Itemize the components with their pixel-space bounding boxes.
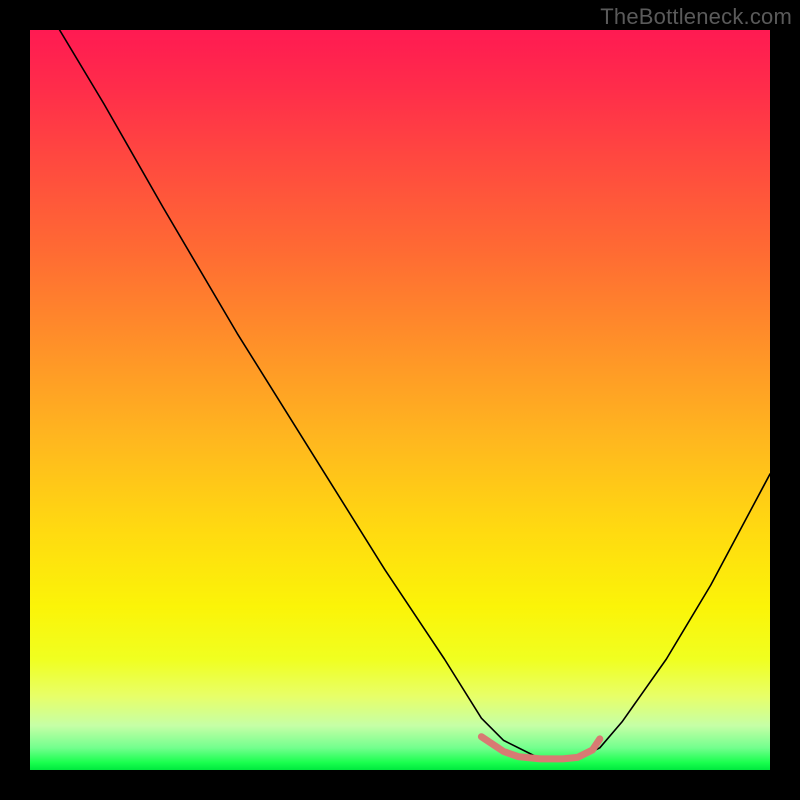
- bottleneck-curve: [60, 30, 770, 759]
- curve-layer: [30, 30, 770, 770]
- watermark-text: TheBottleneck.com: [600, 4, 792, 30]
- plot-area: [30, 30, 770, 770]
- bottom-accent: [481, 737, 599, 759]
- chart-frame: TheBottleneck.com: [0, 0, 800, 800]
